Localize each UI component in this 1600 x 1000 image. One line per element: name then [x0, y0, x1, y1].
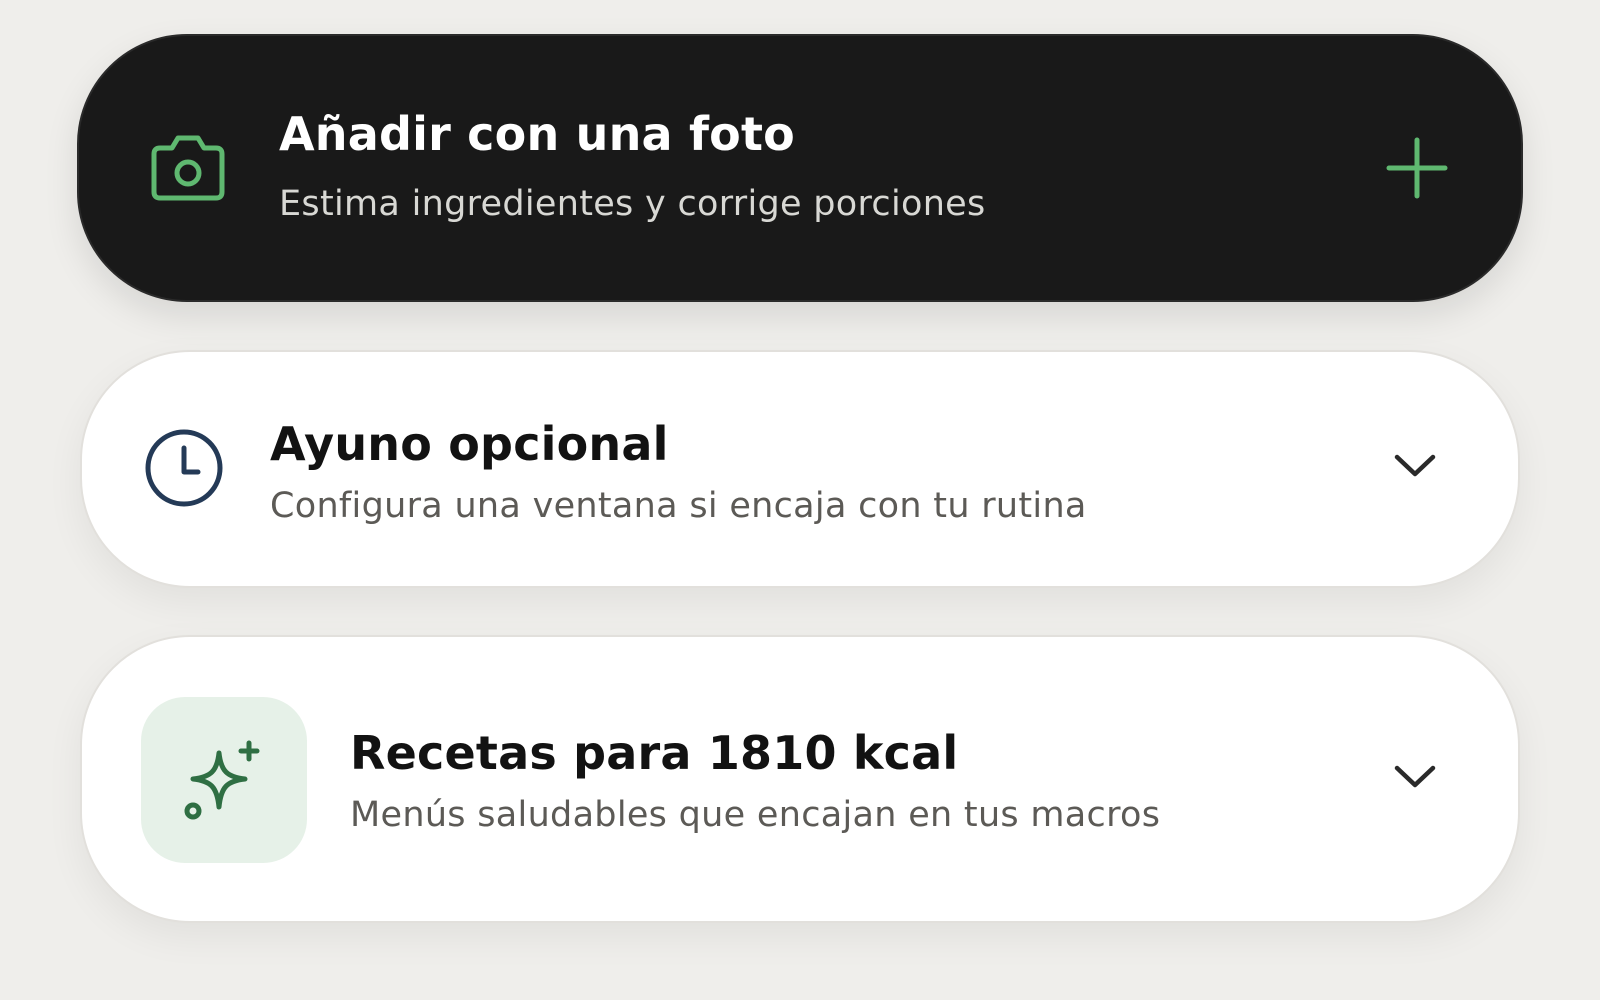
fasting-subtitle: Configura una ventana si encaja con tu r… — [270, 486, 1087, 526]
fasting-text: Ayuno opcional Configura una ventana si … — [270, 416, 1087, 528]
recipes-title: Recetas para 1810 kcal — [350, 726, 959, 780]
chevron-down-icon — [1394, 454, 1436, 477]
add-photo-title: Añadir con una foto — [279, 107, 795, 161]
add-photo-subtitle: Estima ingredientes y corrige porciones — [279, 184, 986, 224]
chevron-down-icon — [1394, 765, 1436, 788]
add-photo-button[interactable] — [1383, 134, 1451, 202]
sparkles-icon-tile — [141, 697, 307, 863]
add-photo-text: Añadir con una foto Estima ingredientes … — [279, 106, 986, 226]
fasting-expand-button[interactable] — [1388, 438, 1442, 492]
camera-icon — [147, 132, 229, 204]
plus-icon — [1386, 137, 1448, 199]
clock-icon — [142, 426, 226, 510]
recipes-subtitle: Menús saludables que encajan en tus macr… — [350, 795, 1161, 835]
recipes-card[interactable]: Recetas para 1810 kcal Menús saludables … — [80, 635, 1520, 923]
sparkles-icon — [184, 740, 260, 820]
recipes-text: Recetas para 1810 kcal Menús saludables … — [350, 725, 1160, 837]
recipes-expand-button[interactable] — [1388, 749, 1442, 803]
fasting-card[interactable]: Ayuno opcional Configura una ventana si … — [80, 350, 1520, 588]
fasting-title: Ayuno opcional — [270, 417, 669, 471]
add-photo-card[interactable]: Añadir con una foto Estima ingredientes … — [77, 34, 1523, 302]
